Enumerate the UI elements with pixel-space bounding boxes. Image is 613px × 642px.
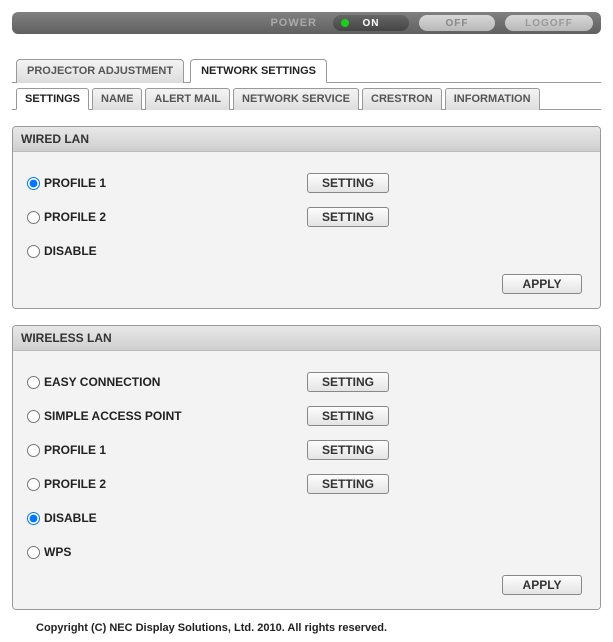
wired-profile1-radio[interactable] [27,177,40,190]
subtab-alert-mail[interactable]: ALERT MAIL [145,88,230,110]
wireless-wps-radio[interactable] [27,546,40,559]
wireless-simple-ap-radio[interactable] [27,410,40,423]
wired-profile2-label: PROFILE 2 [44,210,106,224]
main-tabs: PROJECTOR ADJUSTMENT NETWORK SETTINGS [12,58,601,83]
wireless-profile2-option[interactable]: PROFILE 2 [27,477,307,491]
wireless-disable-radio[interactable] [27,512,40,525]
wired-profile2-option[interactable]: PROFILE 2 [27,210,307,224]
wired-disable-option[interactable]: DISABLE [27,244,307,258]
wireless-lan-panel: WIRELESS LAN EASY CONNECTION SETTING SIM… [12,325,601,610]
wireless-profile1-label: PROFILE 1 [44,443,106,457]
subtab-crestron[interactable]: CRESTRON [362,88,442,110]
subtab-settings[interactable]: SETTINGS [16,88,89,110]
wireless-simple-ap-setting-button[interactable]: SETTING [307,406,389,426]
wireless-profile1-setting-button[interactable]: SETTING [307,440,389,460]
subtab-network-service[interactable]: NETWORK SERVICE [233,88,359,110]
wired-disable-radio[interactable] [27,245,40,258]
wireless-simple-ap-label: SIMPLE ACCESS POINT [44,409,182,423]
wireless-profile1-radio[interactable] [27,444,40,457]
wireless-easy-connection-setting-button[interactable]: SETTING [307,372,389,392]
wired-profile1-setting-button[interactable]: SETTING [307,173,389,193]
footer-copyright: Copyright (C) NEC Display Solutions, Ltd… [36,622,601,634]
wireless-apply-button[interactable]: APPLY [502,575,582,595]
wireless-wps-option[interactable]: WPS [27,545,307,559]
wired-apply-button[interactable]: APPLY [502,274,582,294]
wired-profile2-setting-button[interactable]: SETTING [307,207,389,227]
wired-profile1-option[interactable]: PROFILE 1 [27,176,307,190]
power-on-button[interactable]: ON [333,15,409,31]
wireless-disable-option[interactable]: DISABLE [27,511,307,525]
wireless-easy-connection-option[interactable]: EASY CONNECTION [27,375,307,389]
wired-lan-title: WIRED LAN [13,127,600,152]
power-on-indicator-icon [341,19,349,27]
wireless-profile1-option[interactable]: PROFILE 1 [27,443,307,457]
power-off-button[interactable]: OFF [419,15,495,31]
power-label: POWER [270,17,317,29]
logoff-button[interactable]: LOGOFF [505,15,593,31]
wireless-easy-connection-label: EASY CONNECTION [44,375,160,389]
wired-disable-label: DISABLE [44,244,97,258]
wireless-profile2-label: PROFILE 2 [44,477,106,491]
wired-profile1-label: PROFILE 1 [44,176,106,190]
sub-tabs: SETTINGS NAME ALERT MAIL NETWORK SERVICE… [12,87,601,110]
subtab-name[interactable]: NAME [92,88,142,110]
tab-network-settings[interactable]: NETWORK SETTINGS [190,59,327,83]
wireless-disable-label: DISABLE [44,511,97,525]
wireless-wps-label: WPS [44,545,71,559]
top-bar: POWER ON OFF LOGOFF [12,12,601,34]
wireless-lan-title: WIRELESS LAN [13,326,600,351]
wireless-easy-connection-radio[interactable] [27,376,40,389]
wireless-simple-ap-option[interactable]: SIMPLE ACCESS POINT [27,409,307,423]
wired-profile2-radio[interactable] [27,211,40,224]
wireless-profile2-radio[interactable] [27,478,40,491]
wired-lan-panel: WIRED LAN PROFILE 1 SETTING PROFILE 2 SE… [12,126,601,309]
wireless-profile2-setting-button[interactable]: SETTING [307,474,389,494]
tab-projector-adjustment[interactable]: PROJECTOR ADJUSTMENT [16,59,184,83]
subtab-information[interactable]: INFORMATION [445,88,540,110]
